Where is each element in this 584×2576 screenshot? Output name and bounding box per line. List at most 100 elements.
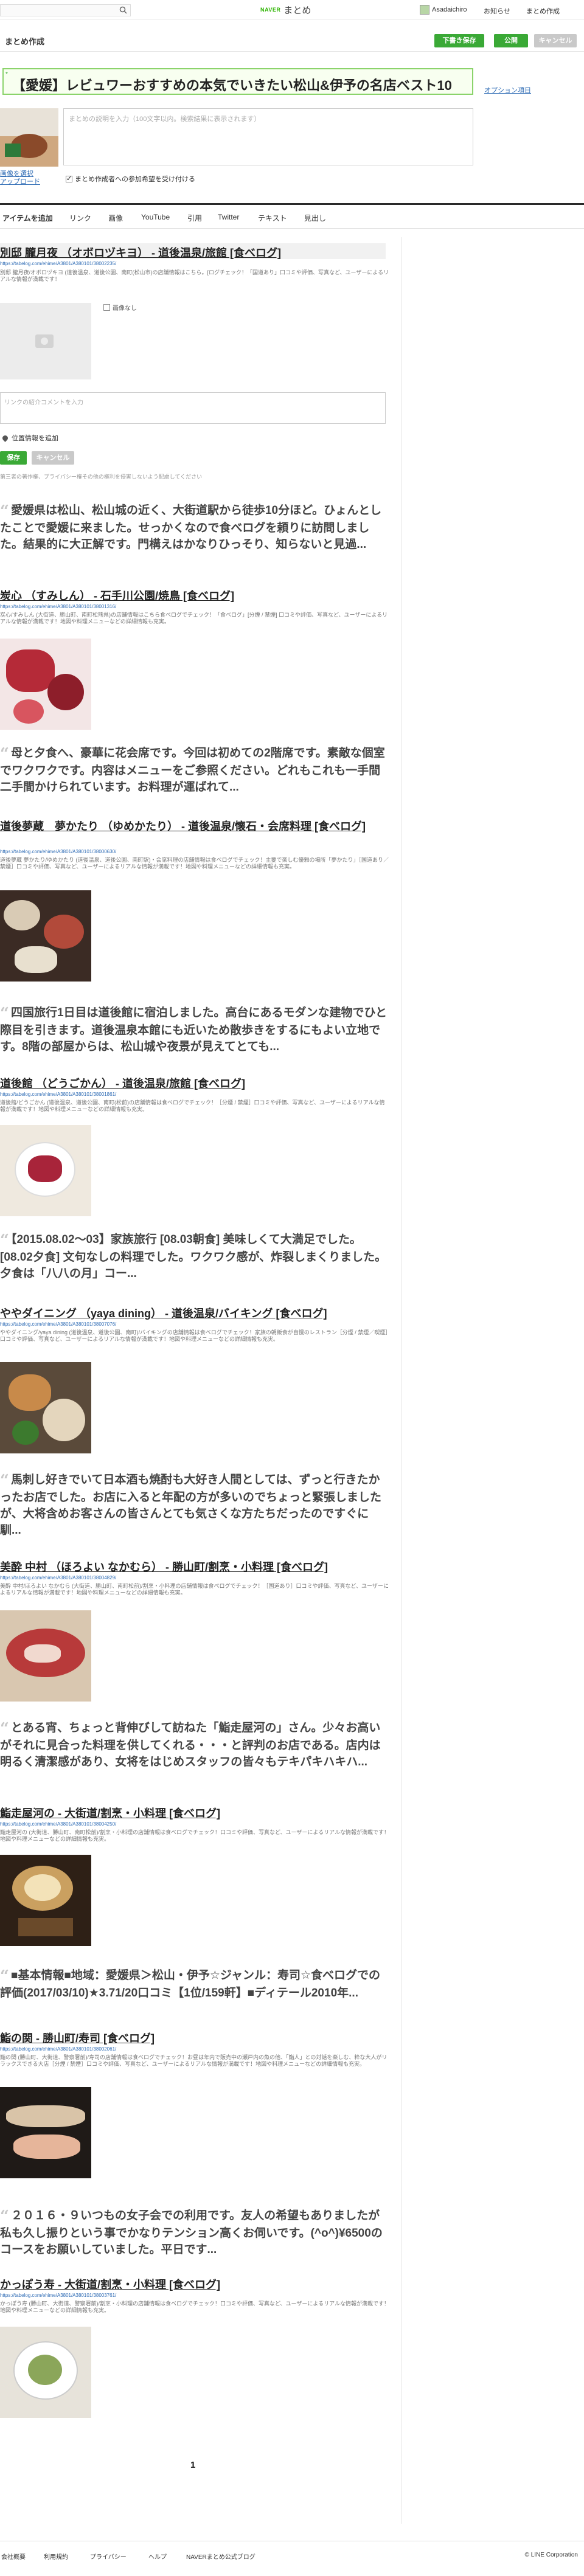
item-cancel-button[interactable]: キャンセル bbox=[32, 451, 74, 465]
quote-mark-icon: “ bbox=[0, 1967, 9, 1986]
link-url[interactable]: https://tabelog.com/ehime/A3801/A380101/… bbox=[0, 604, 116, 609]
description-textarea[interactable]: まとめの説明を入力（100文字以内。検索結果に表示されます） bbox=[63, 108, 473, 165]
page-title: まとめ作成 bbox=[5, 37, 45, 46]
copyright: © LINE Corporation bbox=[524, 2552, 578, 2558]
footer-link-help[interactable]: ヘルプ bbox=[148, 2552, 167, 2561]
quote-block: “【2015.08.02〜03】家族旅行 [08.03朝食] 美味しくて大満足で… bbox=[0, 1231, 387, 1281]
logo-matome: まとめ bbox=[283, 5, 311, 16]
tab-add-item[interactable]: アイテムを追加 bbox=[2, 213, 53, 223]
quote-mark-icon: “ bbox=[0, 1472, 9, 1490]
link-title[interactable]: 美酔 中村 （ほろよい なかむら） - 勝山町/割烹・小料理 [食べログ] bbox=[0, 1559, 328, 1574]
pagination[interactable]: 1 bbox=[190, 2460, 195, 2470]
footer-link-company[interactable]: 会社概要 bbox=[1, 2552, 26, 2561]
site-logo[interactable]: NAVER まとめ bbox=[260, 4, 311, 16]
add-location-label: 位置情報を追加 bbox=[12, 435, 58, 442]
required-mark: * bbox=[5, 71, 8, 78]
link-image[interactable] bbox=[0, 2087, 91, 2178]
divider bbox=[0, 51, 584, 52]
link-title[interactable]: ややダイニング （yaya dining） - 道後温泉/バイキング [食べログ… bbox=[0, 1305, 327, 1321]
cancel-button[interactable]: キャンセル bbox=[534, 34, 577, 47]
collab-label: まとめ作成者への参加希望を受け付ける bbox=[75, 176, 195, 183]
link-description: 鮨の関 (勝山町、大街道、警察署前)/寿司の店舗情報は食べログでチェック！お昼は… bbox=[0, 2054, 388, 2067]
nav-create-matome[interactable]: まとめ作成 bbox=[526, 6, 560, 16]
quote-mark-icon: “ bbox=[0, 1005, 9, 1023]
column-divider bbox=[401, 237, 402, 2524]
link-image[interactable] bbox=[0, 2327, 91, 2418]
link-url[interactable]: https://tabelog.com/ehime/A3801/A380101/… bbox=[0, 1321, 116, 1327]
publish-button[interactable]: 公開 bbox=[494, 34, 528, 47]
link-image[interactable] bbox=[0, 1855, 91, 1946]
quote-mark-icon: “ bbox=[0, 502, 9, 521]
link-image[interactable] bbox=[0, 1362, 91, 1453]
link-url[interactable]: https://tabelog.com/ehime/A3801/A380101/… bbox=[0, 849, 116, 854]
add-location[interactable]: 位置情報を追加 bbox=[1, 433, 58, 443]
save-draft-button[interactable]: 下書き保存 bbox=[434, 34, 484, 47]
no-image-checkbox[interactable] bbox=[103, 304, 110, 311]
quote-mark-icon: “ bbox=[0, 745, 9, 763]
quote-mark-icon: “ bbox=[0, 2207, 9, 2226]
comment-textarea[interactable]: リンクの紹介コメントを入力 bbox=[0, 392, 386, 424]
tab-youtube[interactable]: YouTube bbox=[141, 213, 170, 221]
avatar bbox=[420, 5, 429, 15]
copyright-note: 第三者の著作権、プライバシー権その他の権利を侵害しないよう配慮してください bbox=[0, 474, 203, 480]
collab-option[interactable]: まとめ作成者への参加希望を受け付ける bbox=[66, 174, 195, 184]
footer-link-privacy[interactable]: プライバシー bbox=[90, 2552, 127, 2561]
link-image[interactable] bbox=[0, 639, 91, 730]
tab-image[interactable]: 画像 bbox=[108, 213, 123, 223]
quote-block: “とある宵、ちょっと背伸びして訪ねた「鮨走屋河の」さん。少々お高いがそれに見合っ… bbox=[0, 1720, 381, 1769]
item-type-tabs: アイテムを追加 リンク 画像 YouTube 引用 Twitter テキスト 見… bbox=[0, 203, 584, 229]
link-url[interactable]: https://tabelog.com/ehime/A3801/A380101/… bbox=[0, 1821, 116, 1827]
link-image[interactable] bbox=[0, 1610, 91, 1702]
quote-mark-icon: “ bbox=[0, 1720, 9, 1738]
tab-twitter[interactable]: Twitter bbox=[218, 213, 239, 221]
link-title[interactable]: 道後館 （どうごかん） - 道後温泉/旅館 [食べログ] bbox=[0, 1075, 245, 1091]
link-url[interactable]: https://tabelog.com/ehime/A3801/A380101/… bbox=[0, 2046, 116, 2052]
upload-link[interactable]: アップロード bbox=[0, 178, 40, 186]
footer: 会社概要 利用規約 プライバシー ヘルプ NAVERまとめ公式ブログ © LIN… bbox=[0, 2552, 584, 2566]
item-save-button[interactable]: 保存 bbox=[0, 451, 27, 465]
link-title[interactable]: 鮨走屋河の - 大街道/割烹・小料理 [食べログ] bbox=[0, 1805, 220, 1821]
tab-heading[interactable]: 見出し bbox=[304, 213, 326, 223]
username: Asadaichiro bbox=[432, 6, 467, 13]
link-url[interactable]: https://tabelog.com/ehime/A3801/A380101/… bbox=[0, 2293, 116, 2298]
search-icon[interactable] bbox=[119, 6, 127, 14]
tab-text[interactable]: テキスト bbox=[258, 213, 287, 223]
link-description: ややダイニング/yaya dining (道後温泉、道後公園、南町)/バイキング… bbox=[0, 1329, 388, 1342]
link-description: 道後館/どうごかん (道後温泉、道後公園、南町(松前)の店舗情報は食べログでチェ… bbox=[0, 1099, 385, 1112]
tab-link[interactable]: リンク bbox=[69, 213, 91, 223]
description-placeholder: まとめの説明を入力（100文字以内。検索結果に表示されます） bbox=[69, 116, 261, 123]
link-title[interactable]: 鮨の関 - 勝山町/寿司 [食べログ] bbox=[0, 2030, 155, 2046]
nav-notifications[interactable]: お知らせ bbox=[484, 6, 510, 16]
quote-block: “愛媛県は松山、松山城の近く、大街道駅から徒歩10分ほど。ひょんとしたことで愛媛… bbox=[0, 502, 382, 552]
no-image-option[interactable]: 画像なし bbox=[103, 303, 137, 312]
link-description: 炭心/すみしん (大街道、勝山町、南町松熊県)の店舗情報はこちら食べログでチェッ… bbox=[0, 612, 388, 625]
link-image-placeholder[interactable] bbox=[0, 303, 91, 379]
link-title[interactable]: 別邸 朧月夜 （オボロヅキヨ） - 道後温泉/旅館 [食べログ] bbox=[0, 244, 281, 260]
logo-naver: NAVER bbox=[260, 7, 281, 13]
link-title[interactable]: 炭心 （すみしん） - 石手川公園/焼鳥 [食べログ] bbox=[0, 587, 234, 603]
footer-link-terms[interactable]: 利用規約 bbox=[44, 2552, 68, 2561]
link-url[interactable]: https://tabelog.com/ehime/A3801/A380101/… bbox=[0, 1092, 116, 1097]
title-input-value: 【愛媛】レビュワーおすすめの本気でいきたい松山&伊予の名店ベスト10 bbox=[12, 78, 452, 93]
link-url[interactable]: https://tabelog.com/ehime/A3801/A380101/… bbox=[0, 1575, 116, 1581]
title-input[interactable]: * 【愛媛】レビュワーおすすめの本気でいきたい松山&伊予の名店ベスト10 bbox=[2, 68, 473, 95]
link-image[interactable] bbox=[0, 1125, 91, 1216]
link-title[interactable]: かっぽう寿 - 大街道/割烹・小料理 [食べログ] bbox=[0, 2276, 220, 2292]
tab-quote[interactable]: 引用 bbox=[187, 213, 202, 223]
comment-placeholder: リンクの紹介コメントを入力 bbox=[4, 400, 83, 406]
link-description: かっぽう寿 (勝山町、大街道、警察署前)/割烹・小料理の店舗情報は食べログでチェ… bbox=[0, 2301, 390, 2313]
link-description: 別邸 朧月夜/オボロヅキヨ (道後温泉、道後公園、南町(松山市)の店舗情報はこち… bbox=[0, 269, 389, 282]
link-url[interactable]: https://tabelog.com/ehime/A3801/A380101/… bbox=[0, 261, 116, 266]
thumbnail-image[interactable] bbox=[0, 108, 58, 167]
editor-header: まとめ作成 下書き保存 公開 キャンセル bbox=[0, 32, 584, 47]
global-header: NAVER まとめ Asadaichiro お知らせ まとめ作成 bbox=[0, 0, 584, 19]
collab-checkbox[interactable] bbox=[66, 175, 72, 182]
link-image[interactable] bbox=[0, 890, 91, 982]
link-title[interactable]: 道後夢蔵 夢かたり （ゆめかたり） - 道後温泉/懐石・会席料理 [食べログ] bbox=[0, 818, 366, 834]
footer-link-blog[interactable]: NAVERまとめ公式ブログ bbox=[186, 2552, 255, 2561]
options-link[interactable]: オプション項目 bbox=[484, 85, 531, 95]
user-menu[interactable]: Asadaichiro bbox=[420, 5, 467, 15]
select-image-link[interactable]: 画像を選択 bbox=[0, 170, 40, 178]
search-input[interactable] bbox=[0, 4, 131, 16]
quote-block: “四国旅行1日目は道後館に宿泊しました。高台にあるモダンな建物でひと際目を引きま… bbox=[0, 1005, 387, 1054]
